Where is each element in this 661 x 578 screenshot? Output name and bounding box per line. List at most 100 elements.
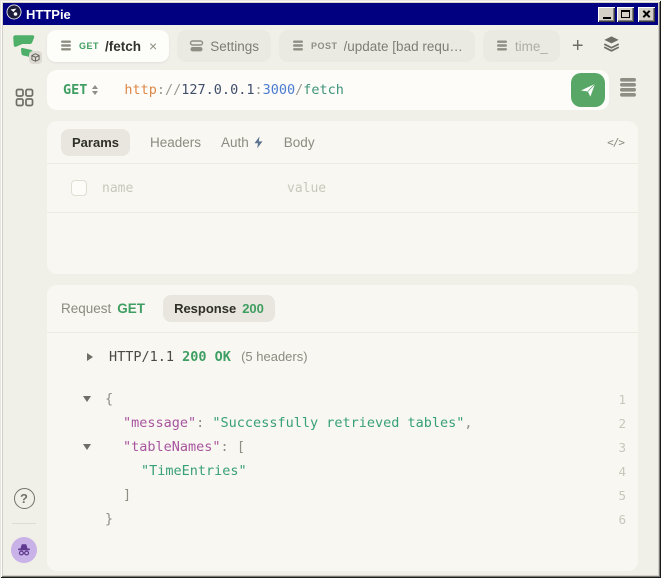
url-host: 127.0.0.1 <box>181 82 254 98</box>
request-panel: Params Headers Auth Body </> name val <box>47 121 638 274</box>
param-name-input[interactable]: name <box>102 181 287 196</box>
param-row: name value <box>47 164 638 212</box>
request-tabs: Params Headers Auth Body </> <box>47 121 638 163</box>
tab-request[interactable]: Request GET <box>61 301 145 316</box>
close-icon <box>642 10 651 19</box>
collapse-arrow-icon[interactable] <box>83 396 91 402</box>
response-panel: Request GET Response 200 HTTP/1.1 200 OK… <box>47 285 638 571</box>
paper-plane-icon <box>579 81 597 99</box>
tab-time[interactable]: time_ <box>483 30 560 62</box>
help-button[interactable]: ? <box>14 488 35 509</box>
tab-label: time_ <box>515 39 548 54</box>
method-dropdown-icon <box>92 85 98 95</box>
json-bracket: [ <box>237 439 245 455</box>
divider <box>47 332 638 333</box>
close-button[interactable] <box>638 7 655 22</box>
minimize-button[interactable] <box>598 7 615 22</box>
database-icon <box>291 39 305 53</box>
param-checkbox[interactable] <box>71 180 87 196</box>
tab-close-icon[interactable]: × <box>149 39 157 53</box>
collapse-arrow-icon[interactable] <box>83 444 91 450</box>
protocol: HTTP/1.1 <box>109 349 174 365</box>
tab-bar: GET /fetch × Settings POST /upd <box>47 29 638 63</box>
tab-headers[interactable]: Headers <box>150 135 201 150</box>
line-number: 2 <box>618 416 626 431</box>
method-selector[interactable]: GET <box>63 82 98 98</box>
minimize-icon <box>603 17 611 19</box>
headers-count: (5 headers) <box>241 349 307 364</box>
json-line[interactable]: ] 5 <box>47 483 638 507</box>
param-value-input[interactable]: value <box>287 181 326 196</box>
response-header: Request GET Response 200 <box>47 285 638 332</box>
line-number: 4 <box>618 464 626 479</box>
tab-response[interactable]: Response 200 <box>163 295 275 322</box>
environment-badge-icon[interactable] <box>29 51 42 64</box>
method-value: GET <box>63 82 87 98</box>
line-number: 5 <box>618 488 626 503</box>
line-number: 6 <box>618 512 626 527</box>
json-brace: { <box>105 391 113 407</box>
help-label: ? <box>20 491 28 506</box>
sidebar: ? <box>3 25 45 575</box>
tab-method: GET <box>79 41 99 51</box>
response-label: Response <box>174 301 236 316</box>
tab-auth[interactable]: Auth <box>221 135 264 150</box>
response-body-viewer: { 1 "message": "Successfully retrieved t… <box>47 387 638 531</box>
json-line[interactable]: "message": "Successfully retrieved table… <box>47 411 638 435</box>
tab-get-fetch[interactable]: GET /fetch × <box>47 30 169 62</box>
response-status: 200 <box>242 301 264 316</box>
url-path: fetch <box>303 82 344 98</box>
url-colon: : <box>254 82 262 98</box>
json-line[interactable]: "TimeEntries" 4 <box>47 459 638 483</box>
status-line[interactable]: HTTP/1.1 200 OK (5 headers) <box>87 349 638 365</box>
line-number: 1 <box>618 392 626 407</box>
request-label: Request <box>61 301 111 316</box>
workspaces-grid-icon[interactable] <box>15 88 34 112</box>
layers-icon[interactable] <box>602 34 621 58</box>
request-bar: GET http://127.0.0.1:3000/fetch <box>47 70 638 110</box>
app-window: HTTPie <box>0 0 661 578</box>
json-string: "Successfully retrieved tables" <box>212 415 464 431</box>
json-colon: : <box>196 415 212 431</box>
maximize-icon <box>621 10 630 18</box>
json-comma: , <box>464 415 472 431</box>
line-number: 3 <box>618 440 626 455</box>
app-content: ? GET /fetc <box>3 25 658 575</box>
tab-params[interactable]: Params <box>61 129 130 156</box>
json-line[interactable]: } 6 <box>47 507 638 531</box>
collapse-arrow-icon[interactable] <box>87 353 93 361</box>
app-logo-icon <box>6 4 22 25</box>
tab-auth-label: Auth <box>221 135 249 150</box>
code-view-icon[interactable]: </> <box>607 136 624 149</box>
database-icon <box>59 39 73 53</box>
environments-database-icon[interactable] <box>618 76 638 105</box>
url-input[interactable]: http://127.0.0.1:3000/fetch <box>124 82 571 98</box>
tab-body[interactable]: Body <box>284 135 315 150</box>
httpie-logo[interactable] <box>10 32 38 62</box>
user-avatar[interactable] <box>11 537 37 563</box>
divider <box>47 212 638 213</box>
tab-path: /fetch <box>105 39 141 54</box>
request-method: GET <box>117 301 145 316</box>
titlebar: HTTPie <box>3 3 658 25</box>
url-bar[interactable]: GET http://127.0.0.1:3000/fetch <box>47 70 609 110</box>
json-line[interactable]: "tableNames": [ 3 <box>47 435 638 459</box>
send-button[interactable] <box>571 73 605 107</box>
json-key: "tableNames" <box>123 439 221 455</box>
maximize-button[interactable] <box>617 7 634 22</box>
url-port: 3000 <box>263 82 296 98</box>
tab-label: Settings <box>210 39 259 54</box>
lightning-bolt-icon <box>253 136 264 149</box>
toggles-icon <box>189 39 204 53</box>
json-colon: : <box>221 439 237 455</box>
json-key: "message" <box>123 415 196 431</box>
status-code: 200 OK <box>182 349 231 365</box>
tab-method: POST <box>311 41 338 51</box>
main-area: GET /fetch × Settings POST /upd <box>45 25 658 575</box>
json-string: "TimeEntries" <box>141 463 247 479</box>
tab-post-update[interactable]: POST /update [bad requ… <box>279 30 475 62</box>
tab-settings[interactable]: Settings <box>177 30 271 62</box>
tab-path: /update [bad requ… <box>344 39 463 54</box>
new-tab-button[interactable]: + <box>568 36 588 56</box>
json-line[interactable]: { 1 <box>47 387 638 411</box>
